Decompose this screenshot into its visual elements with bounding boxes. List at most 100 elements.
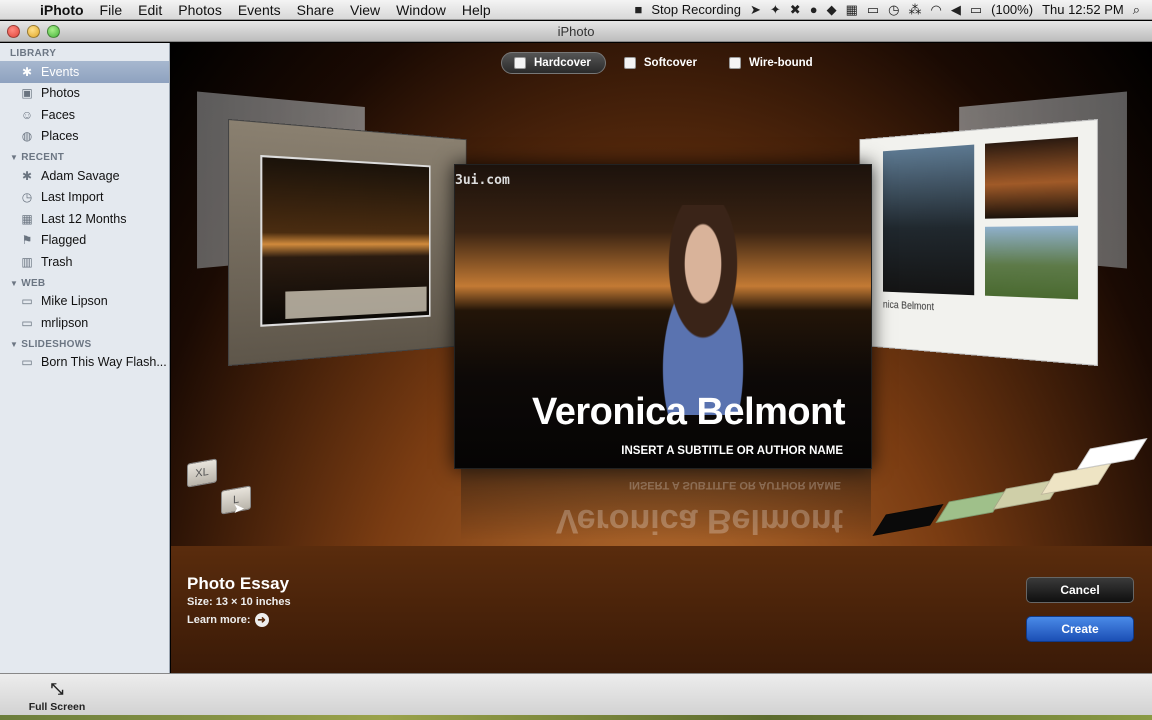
create-button[interactable]: Create (1026, 616, 1134, 642)
sidebar-item-label: Trash (41, 254, 73, 269)
section-web[interactable]: ▼ WEB (0, 273, 169, 291)
clock[interactable]: Thu 12:52 PM (1042, 2, 1124, 17)
sidebar-item-label: Events (41, 64, 80, 79)
battery-icon[interactable]: ▭ (970, 2, 982, 18)
full-screen-button[interactable]: ⤡ Full Screen (26, 679, 88, 713)
sidebar-item-label: Born This Way Flash... (41, 355, 167, 370)
window-controls (7, 25, 60, 38)
book-title: Veronica Belmont (532, 391, 845, 433)
app-menu[interactable]: iPhoto (40, 2, 84, 18)
photos-icon: ▣ (21, 86, 33, 101)
watermark-text: 3ui.com (455, 173, 510, 188)
battery-percent: (100%) (991, 2, 1034, 17)
calendar-icon: ▦ (21, 211, 33, 226)
spotlight-search-icon[interactable]: ⌕ (1133, 2, 1140, 18)
status-area: ■ Stop Recording ➤ ✦ ✖ ● ◆ ▦ ▭ ◷ ⁂ ◠ ◀ ▭… (635, 2, 1152, 18)
sidebar-item-slideshow[interactable]: ▭ Born This Way Flash... (0, 352, 169, 374)
menu-help[interactable]: Help (454, 2, 499, 18)
trash-icon: ▥ (21, 254, 33, 269)
sidebar-item-mike-lipson[interactable]: ▭ Mike Lipson (0, 291, 169, 313)
volume-icon[interactable]: ◀ (951, 2, 961, 18)
sidebar-item-label: Flagged (41, 233, 87, 248)
theme-name: Photo Essay (187, 574, 290, 593)
tab-wire-bound[interactable]: Wire-bound (717, 52, 827, 74)
source-list: LIBRARY ✱ Events ▣ Photos ☺ Faces ◍ Plac… (0, 43, 170, 673)
bluetooth-icon[interactable]: ⁂ (909, 2, 922, 18)
theme-info: Photo Essay Size: 13 × 10 inches Learn m… (187, 574, 291, 627)
sidebar-item-flagged[interactable]: ⚑ Flagged (0, 230, 169, 252)
display-icon[interactable]: ▭ (867, 2, 879, 18)
book-photo (984, 136, 1079, 219)
disclosure-triangle-icon[interactable]: ▼ (10, 340, 18, 349)
section-slideshows-label: SLIDESHOWS (21, 338, 92, 350)
menu-bar: iPhoto File Edit Photos Events Share Vie… (0, 0, 1152, 20)
faces-icon: ☺ (20, 107, 34, 122)
menu-photos[interactable]: Photos (170, 2, 230, 18)
tab-softcover[interactable]: Softcover (612, 52, 711, 74)
wifi-icon[interactable]: ◠ (931, 2, 942, 18)
event-icon: ✱ (21, 168, 33, 183)
cursor-icon[interactable]: ➤ (750, 2, 761, 18)
sidebar-item-label: Adam Savage (41, 168, 120, 183)
window-titlebar: iPhoto (0, 21, 1152, 42)
cancel-button[interactable]: Cancel (1026, 577, 1134, 603)
stop-recording-icon[interactable]: ■ (635, 2, 643, 17)
theme-book-right[interactable]: nica Belmont (859, 118, 1098, 367)
book-reflection: INSERT A SUBTITLE OR AUTHOR NAME Veronic… (461, 469, 871, 540)
reflected-subtitle: INSERT A SUBTITLE OR AUTHOR NAME (628, 479, 841, 491)
sidebar-item-label: Places (41, 129, 79, 144)
sidebar-item-trash[interactable]: ▥ Trash (0, 251, 169, 273)
disclosure-triangle-icon[interactable]: ▼ (10, 153, 18, 162)
menu-view[interactable]: View (342, 2, 388, 18)
sidebar-item-places[interactable]: ◍ Places (0, 126, 169, 148)
minimize-window-button[interactable] (27, 25, 40, 38)
sidebar-item-faces[interactable]: ☺ Faces (0, 104, 169, 126)
sidebar-item-mrlipson[interactable]: ▭ mrlipson (0, 312, 169, 334)
menu-share[interactable]: Share (289, 2, 342, 18)
time-machine-icon[interactable]: ◷ (888, 2, 899, 18)
dropbox-icon[interactable]: ◆ (827, 2, 837, 18)
menu-window[interactable]: Window (388, 2, 454, 18)
web-album-icon: ▭ (21, 294, 33, 309)
section-web-label: WEB (21, 277, 46, 289)
stop-recording-label[interactable]: Stop Recording (651, 2, 741, 17)
tab-label: Hardcover (534, 57, 591, 69)
sidebar-item-label: mrlipson (41, 315, 89, 330)
skype-icon[interactable]: ● (810, 2, 818, 17)
tab-hardcover[interactable]: Hardcover (501, 52, 606, 74)
zoom-window-button[interactable] (47, 25, 60, 38)
cover-photo (633, 205, 773, 415)
sidebar-item-adam-savage[interactable]: ✱ Adam Savage (0, 165, 169, 187)
sidebar-item-last-12-months[interactable]: ▦ Last 12 Months (0, 208, 169, 230)
sidebar-item-events[interactable]: ✱ Events (0, 61, 169, 83)
tab-label: Wire-bound (748, 57, 813, 69)
close-window-button[interactable] (7, 25, 20, 38)
learn-more-link[interactable]: Learn more: ➜ (187, 613, 291, 627)
book-subtitle: INSERT A SUBTITLE OR AUTHOR NAME (621, 445, 843, 457)
menu-file[interactable]: File (92, 2, 131, 18)
color-swatch-white[interactable] (1076, 438, 1148, 470)
size-xl-button[interactable]: XL (187, 458, 217, 488)
color-swatch-black[interactable] (872, 504, 944, 536)
menu-events[interactable]: Events (230, 2, 289, 18)
color-swatch-cream[interactable] (1040, 463, 1112, 495)
section-recent[interactable]: ▼ RECENT (0, 147, 169, 165)
sidebar-item-label: Last Import (41, 190, 104, 205)
twitter-icon[interactable]: ✦ (770, 2, 781, 18)
close-app-icon[interactable]: ✖ (790, 2, 801, 18)
section-slideshows[interactable]: ▼ SLIDESHOWS (0, 334, 169, 352)
sidebar-item-label: Photos (41, 86, 80, 101)
disclosure-triangle-icon[interactable]: ▼ (10, 279, 18, 288)
sidebar-item-last-import[interactable]: ◷ Last Import (0, 187, 169, 209)
arrow-right-icon[interactable]: ➜ (254, 613, 269, 627)
theme-book-left[interactable] (228, 118, 467, 367)
selected-theme-book[interactable]: 3ui.com Veronica Belmont INSERT A SUBTIT… (454, 164, 872, 469)
mouse-cursor-icon: ➤ (233, 500, 245, 516)
sidebar-item-photos[interactable]: ▣ Photos (0, 83, 169, 105)
menu-edit[interactable]: Edit (130, 2, 170, 18)
book-photo (984, 225, 1079, 300)
checkbox-icon (623, 57, 636, 69)
globe-icon: ◍ (21, 129, 33, 144)
full-screen-label: Full Screen (28, 701, 86, 713)
grid-icon[interactable]: ▦ (846, 2, 858, 18)
